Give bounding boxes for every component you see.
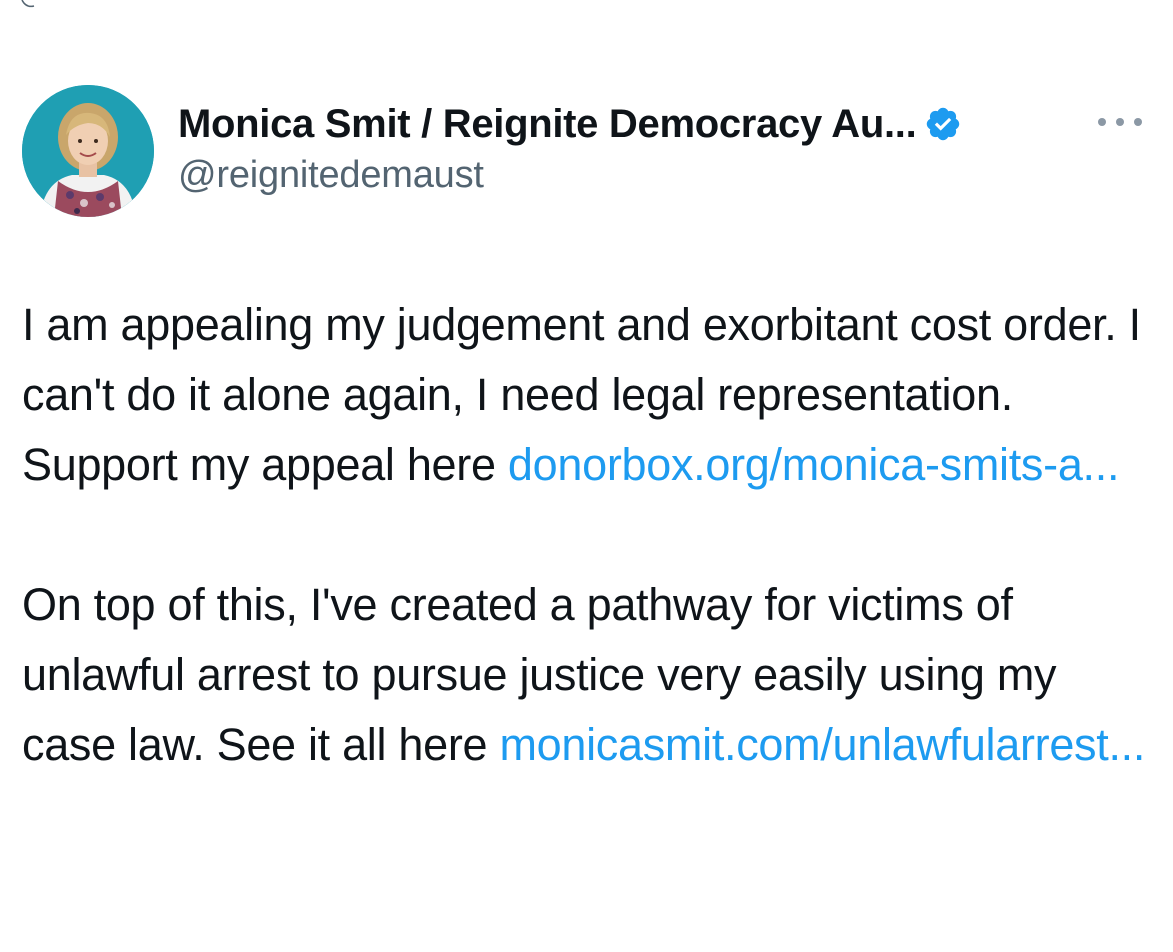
- tweet-header: Monica Smit / Reignite Democracy Au... @…: [178, 96, 1078, 197]
- tweet-body: I am appealing my judgement and exorbita…: [22, 290, 1152, 780]
- display-name[interactable]: Monica Smit / Reignite Democracy Au...: [178, 102, 917, 147]
- tweet-paragraph-1: I am appealing my judgement and exorbita…: [22, 290, 1152, 500]
- donorbox-link[interactable]: donorbox.org/monica-smits-a...: [508, 439, 1120, 490]
- dot: [1134, 118, 1142, 126]
- unlawful-arrest-link[interactable]: monicasmit.com/unlawfularrest...: [499, 719, 1145, 770]
- name-row: Monica Smit / Reignite Democracy Au...: [178, 96, 1078, 152]
- dot: [1116, 118, 1124, 126]
- tweet-paragraph-2: On top of this, I've created a pathway f…: [22, 570, 1152, 780]
- more-dots-icon[interactable]: [1098, 112, 1142, 132]
- avatar[interactable]: [22, 85, 154, 217]
- top-edge-mark: [21, 0, 35, 8]
- verified-badge-icon: [927, 107, 960, 141]
- user-handle[interactable]: @reignitedemaust: [178, 154, 1078, 197]
- dot: [1098, 118, 1106, 126]
- avatar-photo-icon: [22, 85, 154, 217]
- tweet-card: Monica Smit / Reignite Democracy Au... @…: [0, 0, 1173, 952]
